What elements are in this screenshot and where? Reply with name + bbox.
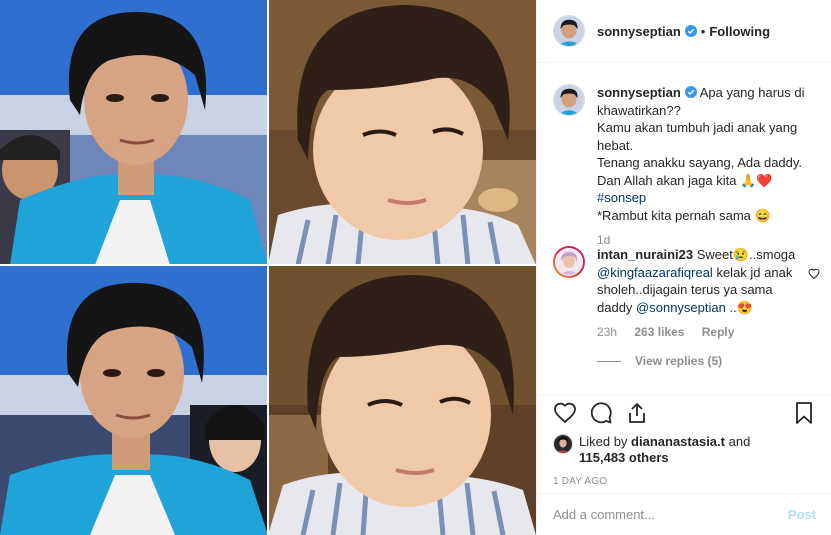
comment-age[interactable]: 23h <box>597 325 617 339</box>
photo-man-top <box>0 0 268 265</box>
instagram-post-view: sonnyseptian • Following sonnyseptian Ap… <box>0 0 831 535</box>
share-icon[interactable] <box>625 401 649 425</box>
liker-avatar[interactable] <box>553 434 573 454</box>
caption-line: Tenang anakku sayang, Ada daddy. <box>597 155 803 170</box>
header-separator: • <box>700 23 706 39</box>
caption-line: Dan Allah akan jaga kita 🙏❤️ <box>597 172 773 188</box>
likes-count[interactable]: 115,483 others <box>579 450 669 465</box>
caption-line: Kamu akan tumbuh jadi anak yang hebat. <box>597 120 798 153</box>
collage-divider-vertical <box>267 0 269 535</box>
author-avatar[interactable] <box>553 15 585 47</box>
photo-man-bottom <box>0 265 268 535</box>
comment-item: intan_nuraini23 Sweet😢..smoga @kingfaaza… <box>553 246 831 368</box>
likes-summary: Liked by diananastasia.t and 115,483 oth… <box>553 434 816 466</box>
likes-text: Liked by diananastasia.t and 115,483 oth… <box>579 434 750 466</box>
view-replies-button[interactable]: View replies (5) <box>597 353 807 371</box>
add-comment-bar: Post <box>537 493 831 535</box>
bookmark-icon[interactable] <box>792 401 816 425</box>
collage-divider-horizontal <box>0 264 536 266</box>
caption-age[interactable]: 1d <box>597 233 610 247</box>
comment-fragment: ..😍 <box>729 299 753 315</box>
caption-username[interactable]: sonnyseptian <box>597 85 681 100</box>
view-replies-label: View replies (5) <box>635 354 723 368</box>
comment-meta: 23h 263 likes Reply <box>597 325 807 339</box>
commenter-avatar[interactable] <box>553 246 585 278</box>
caption-line: *Rambut kita pernah sama 😄 <box>597 207 771 223</box>
author-username[interactable]: sonnyseptian <box>597 24 681 39</box>
verified-badge-icon <box>684 25 697 37</box>
liker-username[interactable]: diananastasia.t <box>631 434 725 449</box>
photo-boy-top <box>268 0 536 265</box>
caption-meta: 1d <box>597 233 822 247</box>
heart-icon[interactable] <box>553 401 577 425</box>
comment-text: intan_nuraini23 Sweet😢..smoga @kingfaaza… <box>597 246 807 371</box>
add-comment-input[interactable] <box>553 507 788 522</box>
following-button[interactable]: Following <box>709 24 770 39</box>
post-actions: Liked by diananastasia.t and 115,483 oth… <box>537 395 831 487</box>
comments-list[interactable]: sonnyseptian Apa yang harus di khawatirk… <box>537 64 831 395</box>
comment-bubble-icon[interactable] <box>589 401 613 425</box>
caption-author-avatar[interactable] <box>553 84 585 116</box>
post-comment-button[interactable]: Post <box>788 507 816 522</box>
replies-divider <box>597 361 621 363</box>
verified-badge-icon <box>684 86 697 98</box>
post-header: sonnyseptian • Following <box>537 0 831 63</box>
mention-link[interactable]: @kingfaazarafiqreal <box>597 265 713 280</box>
photo-boy-bottom <box>268 265 536 535</box>
post-side-panel: sonnyseptian • Following sonnyseptian Ap… <box>536 0 831 535</box>
comment-like-heart-icon[interactable] <box>808 268 820 280</box>
comment-fragment: Sweet😢..smoga <box>696 247 796 262</box>
mention-link[interactable]: @sonnyseptian <box>636 300 726 315</box>
post-photo-collage[interactable] <box>0 0 536 535</box>
likes-and: and <box>728 434 751 449</box>
action-icon-bar <box>553 398 816 428</box>
reply-button[interactable]: Reply <box>702 325 735 339</box>
caption-text: sonnyseptian Apa yang harus di khawatirk… <box>597 84 822 247</box>
post-timestamp[interactable]: 1 DAY AGO <box>553 476 816 487</box>
hashtag-link[interactable]: #sonsep <box>597 190 646 205</box>
commenter-username[interactable]: intan_nuraini23 <box>597 247 693 262</box>
liked-by-prefix: Liked by <box>579 434 628 449</box>
comment-likes-count[interactable]: 263 likes <box>634 325 684 339</box>
